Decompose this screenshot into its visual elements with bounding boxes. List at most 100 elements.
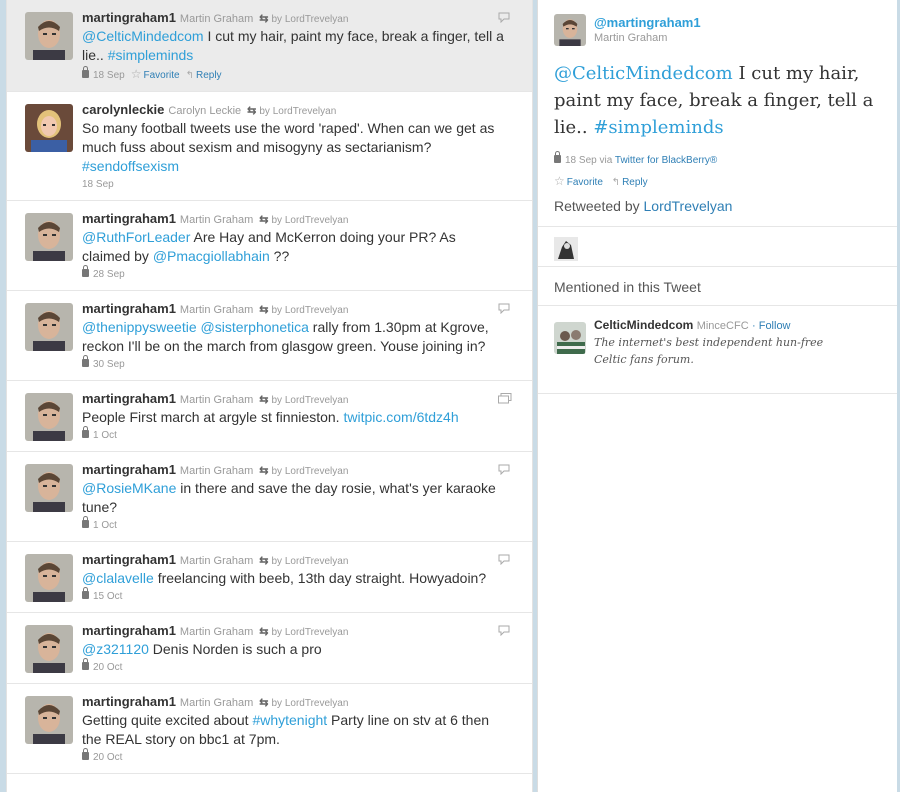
- mention-handle[interactable]: MinceCFC: [697, 320, 749, 332]
- detail-name: Martin Graham: [594, 32, 668, 44]
- tweet-link[interactable]: @clalavelle: [82, 570, 154, 586]
- tweet-link[interactable]: @sisterphonetica: [201, 319, 309, 335]
- tweet-link[interactable]: #whytenight: [252, 712, 327, 728]
- tweet-link[interactable]: #simpleminds: [108, 47, 194, 63]
- follow-button[interactable]: · Follow: [752, 320, 791, 332]
- retweeted-by-label: Retweeted by: [554, 198, 640, 214]
- retweeted-by-link[interactable]: by LordTrevelyan: [272, 14, 349, 25]
- tweet-item[interactable]: martingraham1 Martin Graham ⇆ by LordTrevel…: [7, 452, 532, 542]
- tweet-text-span: People First march at argyle st finniest…: [82, 409, 344, 425]
- screen-name[interactable]: martingraham1: [82, 462, 176, 477]
- avatar-image: [25, 104, 73, 152]
- tweet-meta: 18 Sep: [82, 178, 522, 192]
- avatar[interactable]: [25, 303, 73, 351]
- mention-name[interactable]: CelticMindedcom: [594, 318, 693, 332]
- retweeter-link[interactable]: LordTrevelyan: [644, 198, 733, 214]
- tweet-line: reckon I'll be on the march from glasgow…: [82, 337, 522, 356]
- retweet-icon: ⇆: [259, 555, 269, 567]
- reply-label: Reply: [622, 177, 648, 188]
- screen-name[interactable]: martingraham1: [82, 694, 176, 709]
- retweeted-by-link[interactable]: by LordTrevelyan: [259, 106, 336, 117]
- tweet-meta: 1 Oct: [82, 516, 522, 533]
- retweeted-by-link[interactable]: by LordTrevelyan: [272, 305, 349, 316]
- tweet-date[interactable]: 28 Sep: [93, 269, 125, 280]
- tweet-item[interactable]: martingraham1 Martin Graham ⇆ by LordTrevel…: [7, 542, 532, 613]
- tweet-meta: 15 Oct: [82, 587, 522, 604]
- tweet-link[interactable]: @RosieMKane: [82, 480, 176, 496]
- retweeted-by-link[interactable]: by LordTrevelyan: [272, 215, 349, 226]
- avatar[interactable]: [25, 213, 73, 261]
- tweet-link[interactable]: @CelticMindedcom: [82, 28, 204, 44]
- tweet-link[interactable]: @z321120: [82, 641, 149, 657]
- retweet-icon: ⇆: [259, 697, 269, 709]
- screen-name[interactable]: martingraham1: [82, 623, 176, 638]
- tweet-link[interactable]: #simpleminds: [593, 117, 723, 138]
- reply-bubble-icon: [498, 462, 510, 476]
- avatar[interactable]: [25, 696, 73, 744]
- avatar[interactable]: [554, 322, 586, 354]
- screen-name[interactable]: martingraham1: [82, 552, 176, 567]
- retweeted-by-link[interactable]: by LordTrevelyan: [272, 698, 349, 709]
- tweet-text-span: Getting quite excited about: [82, 712, 253, 728]
- tweet-item[interactable]: martingraham1 Martin Graham ⇆ by LordTrevel…: [7, 684, 532, 774]
- detail-meta: 18 Sep via Twitter for BlackBerry®: [538, 141, 897, 166]
- tweet-text: @z321120 Denis Norden is such a pro: [82, 640, 522, 659]
- tweet-date[interactable]: 30 Sep: [93, 359, 125, 370]
- tweet-link[interactable]: @Pmacgiollabhain: [153, 248, 270, 264]
- photo-icon: [498, 391, 512, 404]
- avatar[interactable]: [25, 393, 73, 441]
- via-client-link[interactable]: Twitter for BlackBerry®: [615, 155, 717, 166]
- tweet-date[interactable]: 18 Sep: [82, 179, 114, 190]
- tweet-item[interactable]: carolynleckie Carolyn Leckie ⇆ by LordTreve…: [7, 92, 532, 201]
- screen-name[interactable]: martingraham1: [82, 10, 176, 25]
- tweet-item[interactable]: martingraham1 Martin Graham ⇆ by LordTrevel…: [7, 0, 532, 92]
- tweet-date[interactable]: 1 Oct: [93, 520, 117, 531]
- avatar[interactable]: [25, 554, 73, 602]
- full-name: Martin Graham: [179, 304, 254, 316]
- retweeted-by-link[interactable]: by LordTrevelyan: [272, 627, 349, 638]
- avatar[interactable]: [25, 104, 73, 152]
- tweet-date[interactable]: 20 Oct: [93, 752, 122, 763]
- favorite-button[interactable]: ☆ Favorite: [130, 67, 180, 81]
- tweet-header: martingraham1 Martin Graham ⇆ by LordTrevel…: [82, 10, 522, 27]
- reply-button[interactable]: ↰ Reply: [612, 177, 648, 188]
- avatar[interactable]: [25, 625, 73, 673]
- avatar[interactable]: [25, 464, 73, 512]
- tweet-item[interactable]: martingraham1 Martin Graham ⇆ by LordTrevel…: [7, 201, 532, 291]
- screen-name[interactable]: martingraham1: [82, 391, 176, 406]
- retweeted-by-link[interactable]: by LordTrevelyan: [272, 395, 349, 406]
- tweet-item[interactable]: martingraham1 Martin Graham ⇆ by LordTrevel…: [7, 291, 532, 381]
- favorite-button[interactable]: ☆ Favorite: [554, 174, 603, 188]
- tweet-link[interactable]: @RuthForLeader: [82, 229, 190, 245]
- detail-handle[interactable]: @martingraham1: [594, 15, 701, 30]
- tweet-date[interactable]: 18 Sep: [93, 70, 125, 81]
- avatar[interactable]: [554, 14, 586, 46]
- avatar[interactable]: [25, 12, 73, 60]
- tweet-text-span: the REAL story on bbc1 at 7pm.: [82, 731, 280, 747]
- tweet-text-span: much fuss about sexism and misogyny as s…: [82, 139, 432, 155]
- screen-name[interactable]: carolynleckie: [82, 102, 164, 117]
- tweet-date[interactable]: 15 Oct: [93, 591, 122, 602]
- full-name: Carolyn Leckie: [168, 105, 242, 117]
- tweet-link[interactable]: @CelticMindedcom: [554, 63, 733, 84]
- tweet-line: claimed by @Pmacgiollabhain ??: [82, 247, 522, 266]
- tweet-text: @RuthForLeader Are Hay and McKerron doin…: [82, 228, 522, 266]
- tweet-link[interactable]: #sendoffsexism: [82, 158, 179, 174]
- tweet-item[interactable]: martingraham1 Martin Graham ⇆ by LordTrevel…: [7, 613, 532, 684]
- screen-name[interactable]: martingraham1: [82, 211, 176, 226]
- tweet-line: @CelticMindedcom I cut my hair, paint my…: [82, 27, 522, 46]
- tweet-date[interactable]: 1 Oct: [93, 430, 117, 441]
- tweet-link[interactable]: @thenippysweetie: [82, 319, 197, 335]
- retweeter-avatars: [538, 227, 897, 267]
- screen-name[interactable]: martingraham1: [82, 301, 176, 316]
- tweet-date[interactable]: 20 Oct: [93, 662, 122, 673]
- tweet-link[interactable]: twitpic.com/6tdz4h: [343, 409, 458, 425]
- tweet-line: the REAL story on bbc1 at 7pm.: [82, 730, 522, 749]
- retweeted-by-link[interactable]: by LordTrevelyan: [272, 466, 349, 477]
- retweeter-avatar[interactable]: [554, 237, 578, 261]
- star-icon: ☆: [130, 67, 142, 81]
- reply-button[interactable]: ↰ Reply: [186, 70, 222, 81]
- tweet-line: @clalavelle freelancing with beeb, 13th …: [82, 569, 522, 588]
- retweeted-by-link[interactable]: by LordTrevelyan: [272, 556, 349, 567]
- tweet-item[interactable]: martingraham1 Martin Graham ⇆ by LordTrevel…: [7, 381, 532, 452]
